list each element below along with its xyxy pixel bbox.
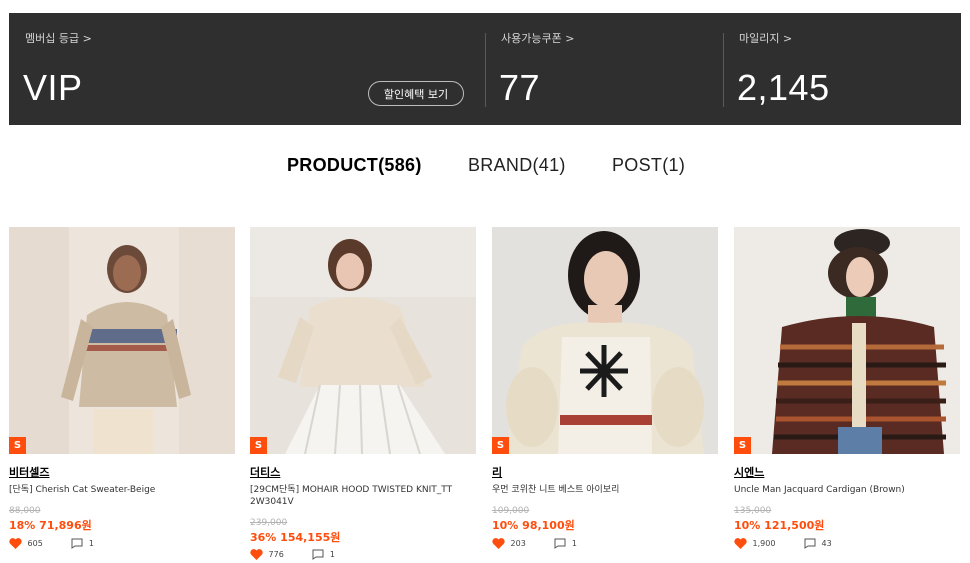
status-badge: S (250, 437, 267, 454)
comment-count: 43 (821, 539, 832, 548)
product-card[interactable]: S 리 우먼 코위찬 니트 베스트 아이보리 109,000 10% 98,10… (492, 227, 718, 549)
tab-post[interactable]: POST(1) (612, 155, 685, 176)
product-image[interactable]: S (9, 227, 235, 454)
status-badge: S (9, 437, 26, 454)
discount-benefit-button[interactable]: 할인혜택 보기 (368, 81, 464, 106)
coupon-count: 77 (499, 67, 541, 108)
membership-grade-link[interactable]: 멤버십 등급 > (25, 30, 92, 46)
sale-price: 10% 98,100원 (492, 519, 575, 532)
product-name[interactable]: [단독] Cherish Cat Sweater-Beige (9, 484, 225, 496)
product-photo (734, 227, 960, 454)
like-count: 776 (268, 550, 284, 559)
comment-icon[interactable] (312, 549, 324, 560)
tab-product[interactable]: PRODUCT(586) (287, 155, 422, 176)
product-card[interactable]: S 시엔느 Uncle Man Jacquard Cardigan (Brown… (734, 227, 960, 549)
heart-icon[interactable] (492, 538, 505, 549)
heart-icon[interactable] (250, 549, 263, 560)
comment-count: 1 (329, 550, 336, 559)
product-meta: 776 1 (250, 549, 335, 563)
product-meta: 1,900 43 (734, 538, 832, 552)
membership-grade-section: 멤버십 등급 > VIP 할인혜택 보기 (9, 13, 483, 125)
heart-icon[interactable] (734, 538, 747, 549)
like-count: 203 (510, 539, 526, 548)
status-badge: S (734, 437, 751, 454)
product-photo (9, 227, 235, 454)
product-name[interactable]: Uncle Man Jacquard Cardigan (Brown) (734, 484, 950, 496)
mileage-section: 마일리지 > 2,145 (723, 13, 961, 125)
original-price: 109,000 (492, 506, 530, 516)
coupon-section: 사용가능쿠폰 > 77 (485, 13, 723, 125)
sale-price: 36% 154,155원 (250, 531, 341, 544)
membership-summary-bar: 멤버십 등급 > VIP 할인혜택 보기 사용가능쿠폰 > 77 마일리지 > … (9, 13, 961, 125)
product-photo (250, 227, 476, 454)
comment-icon[interactable] (71, 538, 83, 549)
brand-name-link[interactable]: 더티스 (250, 464, 280, 480)
mileage-value: 2,145 (737, 67, 830, 108)
membership-grade-value: VIP (23, 67, 83, 108)
heart-icon[interactable] (9, 538, 22, 549)
sale-price: 18% 71,896원 (9, 519, 92, 532)
comment-count: 1 (571, 539, 578, 548)
product-meta: 605 1 (9, 538, 94, 552)
original-price: 239,000 (250, 518, 288, 528)
comment-icon[interactable] (804, 538, 816, 549)
product-image[interactable]: S (492, 227, 718, 454)
like-count: 605 (27, 539, 43, 548)
brand-name-link[interactable]: 시엔느 (734, 464, 764, 480)
status-badge: S (492, 437, 509, 454)
product-meta: 203 1 (492, 538, 577, 552)
brand-name-link[interactable]: 비터셀즈 (9, 464, 49, 480)
product-name[interactable]: 우먼 코위찬 니트 베스트 아이보리 (492, 484, 708, 496)
comment-count: 1 (88, 539, 95, 548)
product-name[interactable]: [29CM단독] MOHAIR HOOD TWISTED KNIT_TT 2W3… (250, 484, 466, 508)
mileage-link[interactable]: 마일리지 > (739, 30, 792, 46)
brand-name-link[interactable]: 리 (492, 464, 502, 480)
coupon-link[interactable]: 사용가능쿠폰 > (501, 30, 574, 46)
comment-icon[interactable] (554, 538, 566, 549)
like-count: 1,900 (752, 539, 776, 548)
product-photo (492, 227, 718, 454)
product-card[interactable]: S 더티스 [29CM단독] MOHAIR HOOD TWISTED KNIT_… (250, 227, 476, 560)
original-price: 88,000 (9, 506, 41, 516)
tab-brand[interactable]: BRAND(41) (468, 155, 566, 176)
product-image[interactable]: S (250, 227, 476, 454)
product-card[interactable]: S 비터셀즈 [단독] Cherish Cat Sweater-Beige 88… (9, 227, 235, 549)
like-tabs: PRODUCT(586) BRAND(41) POST(1) (0, 155, 970, 179)
product-image[interactable]: S (734, 227, 960, 454)
sale-price: 10% 121,500원 (734, 519, 825, 532)
original-price: 135,000 (734, 506, 772, 516)
